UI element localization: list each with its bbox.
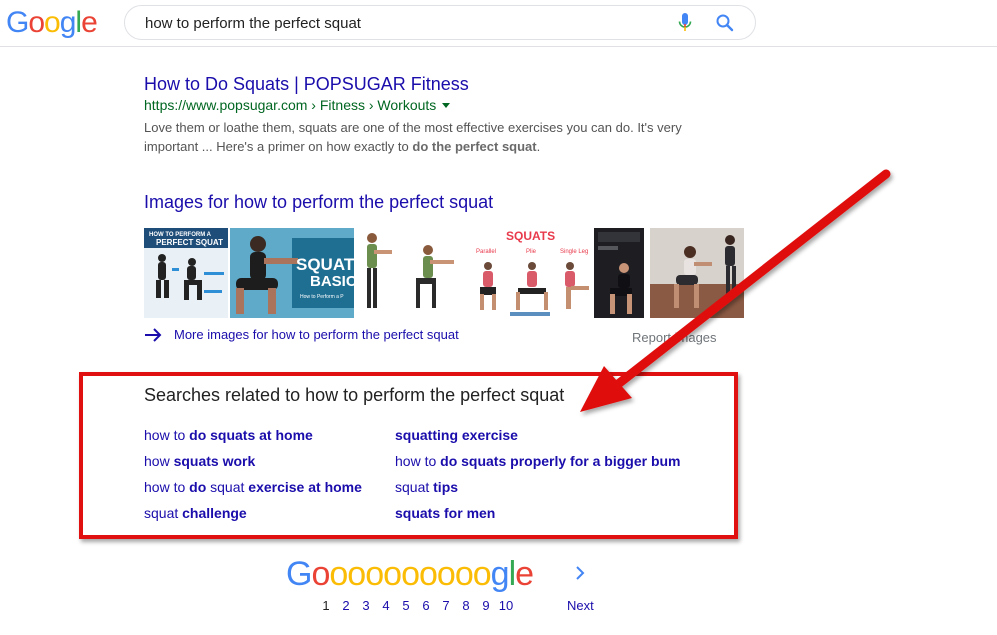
related-search-link[interactable]: how to do squats at home xyxy=(144,427,313,443)
thumbnail-art: SQUATS Parallel Plie Single Leg xyxy=(476,229,589,316)
pager-letter: g xyxy=(490,555,510,593)
thumbnail-art: HOW TO PERFORM A PERFECT SQUAT xyxy=(144,228,228,318)
link-text: squat xyxy=(395,479,434,495)
link-text: how to xyxy=(144,479,190,495)
image-thumbnail[interactable]: SQUATS BASIC How to Perform a P xyxy=(230,228,354,318)
next-page-link[interactable]: Next xyxy=(567,598,594,613)
pager-letter: e xyxy=(515,555,534,593)
related-search-link[interactable]: how to do squat exercise at home xyxy=(144,479,362,495)
pager-letter: o xyxy=(472,555,492,593)
pager-letter: o xyxy=(347,555,366,593)
result-url-text: https://www.popsugar.com › Fitness › Wor… xyxy=(144,97,437,113)
snippet-end: . xyxy=(536,139,541,154)
link-bold: exercise at home xyxy=(248,479,362,495)
more-images-label: More images for how to perform the perfe… xyxy=(174,327,459,342)
microphone-icon[interactable] xyxy=(678,13,692,33)
google-logo[interactable]: Google xyxy=(6,6,98,40)
page-number-link[interactable]: 5 xyxy=(396,598,416,613)
link-text: how to xyxy=(395,453,441,469)
page-number-link[interactable]: 8 xyxy=(456,598,476,613)
pager-letter: o xyxy=(401,555,420,593)
arrow-right-icon xyxy=(145,327,162,342)
link-bold: challenge xyxy=(182,505,247,521)
search-input[interactable] xyxy=(145,12,645,34)
related-search-link[interactable]: how squats work xyxy=(144,453,255,469)
page-number-link[interactable]: 9 xyxy=(476,598,496,613)
pager-letter: o xyxy=(329,555,348,593)
related-searches-heading: Searches related to how to perform the p… xyxy=(144,385,565,405)
related-search-link[interactable]: squatting exercise xyxy=(395,427,518,443)
report-images-link[interactable]: Report images xyxy=(632,330,717,345)
image-thumbnail[interactable] xyxy=(650,228,744,318)
link-bold: tips xyxy=(433,479,459,495)
image-thumbnail[interactable]: HOW TO PERFORM A PERFECT SQUAT xyxy=(144,228,228,318)
result-title-link[interactable]: How to Do Squats | POPSUGAR Fitness xyxy=(144,74,469,95)
search-box xyxy=(124,5,756,40)
page-numbers: 1 2 3 4 5 6 7 8 9 10 xyxy=(316,598,516,613)
link-bold: squats for men xyxy=(395,505,496,521)
images-heading-link[interactable]: Images for how to perform the perfect sq… xyxy=(144,192,493,213)
logo-letter: o xyxy=(28,6,45,39)
image-thumbnail[interactable]: SQUATS Parallel Plie Single Leg xyxy=(470,228,592,318)
page-number-link[interactable]: 6 xyxy=(416,598,436,613)
image-thumbnail[interactable] xyxy=(594,228,644,318)
link-text: squat xyxy=(144,505,183,521)
page-number-link[interactable]: 2 xyxy=(336,598,356,613)
thumb-text: Plie xyxy=(526,249,537,255)
link-text: squat xyxy=(206,479,249,495)
page-number-link[interactable]: 10 xyxy=(496,598,516,613)
result-snippet: Love them or loathe them, squats are one… xyxy=(144,118,704,156)
thumbnail-art xyxy=(598,232,640,314)
pager-letter: o xyxy=(383,555,402,593)
snippet-bold: do the perfect squat xyxy=(412,139,537,154)
logo-letter: e xyxy=(81,6,98,39)
thumb-text: BASIC xyxy=(310,273,354,290)
thumbnail-art: SQUATS BASIC How to Perform a P xyxy=(230,228,354,318)
result-url[interactable]: https://www.popsugar.com › Fitness › Wor… xyxy=(144,97,451,113)
thumbnail-art xyxy=(367,233,454,308)
logo-letter: G xyxy=(6,6,29,39)
thumb-text: Parallel xyxy=(476,249,496,255)
link-bold: do squats at home xyxy=(189,427,313,443)
related-search-link[interactable]: squat tips xyxy=(395,479,458,495)
pager-letter: o xyxy=(454,555,474,593)
page-number-current: 1 xyxy=(322,598,330,613)
link-text: how to xyxy=(144,427,190,443)
more-images-link[interactable]: More images for how to perform the perfe… xyxy=(144,327,459,342)
related-search-link[interactable]: how to do squats properly for a bigger b… xyxy=(395,453,681,469)
link-bold: do xyxy=(189,479,207,495)
page-number-link[interactable]: 3 xyxy=(356,598,376,613)
pager-letter: G xyxy=(286,555,312,593)
pager-letter: o xyxy=(418,555,438,593)
header-bar: Google xyxy=(0,0,997,47)
search-icon[interactable] xyxy=(715,13,735,33)
thumb-text: How to Perform a P xyxy=(300,294,344,300)
pagination-logo: Goooooooooogle xyxy=(286,555,534,593)
related-search-link[interactable]: squats for men xyxy=(395,505,495,521)
thumb-text: Single Leg xyxy=(560,249,588,255)
pager-letter: o xyxy=(311,555,330,593)
thumb-text: PERFECT SQUAT xyxy=(156,238,223,247)
dropdown-caret-icon[interactable] xyxy=(442,103,451,108)
page-number-link[interactable]: 7 xyxy=(436,598,456,613)
link-bold: squatting exercise xyxy=(395,427,518,443)
pager-letter: o xyxy=(436,555,456,593)
thumb-text: SQUATS xyxy=(506,229,555,243)
link-bold: do squats properly for a bigger bum xyxy=(440,453,681,469)
page-number-link[interactable]: 4 xyxy=(376,598,396,613)
related-search-link[interactable]: squat challenge xyxy=(144,505,247,521)
logo-letter: o xyxy=(44,6,61,39)
thumbnail-art xyxy=(650,228,744,318)
pager-letter: o xyxy=(365,555,384,593)
image-thumbnail[interactable] xyxy=(356,228,468,318)
chevron-right-icon[interactable] xyxy=(572,563,588,583)
logo-letter: g xyxy=(59,6,77,39)
link-text: how xyxy=(144,453,174,469)
thumb-text: SQUATS xyxy=(296,255,354,274)
link-bold: squats work xyxy=(173,453,256,469)
